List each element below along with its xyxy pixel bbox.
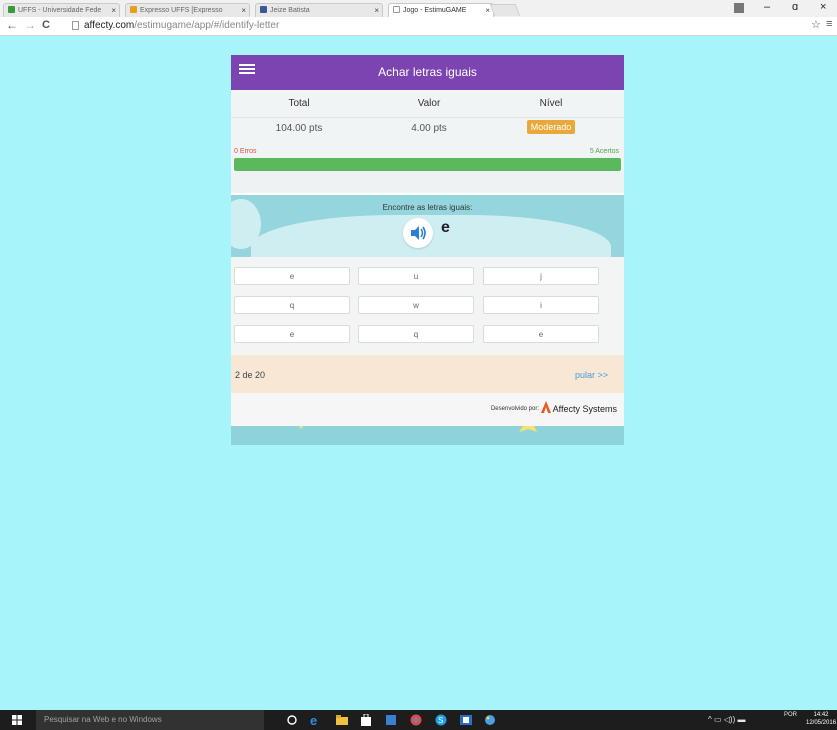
url-input[interactable]: affecty.com/estimugame/app/#/identify-le… — [84, 20, 279, 31]
uffs-favicon-icon — [8, 6, 15, 13]
expresso-favicon-icon — [130, 6, 137, 13]
score-header-total: Total — [288, 98, 310, 109]
score-level: Nível Moderado — [496, 98, 606, 134]
letter-grid: e u j q w i e q e — [231, 257, 624, 355]
taskbar-search-input[interactable]: Pesquisar na Web e no Windows — [36, 710, 264, 730]
tab-close-icon[interactable]: × — [111, 4, 116, 17]
outlook-icon[interactable] — [460, 714, 472, 726]
score-total-value: 104.00 pts — [275, 123, 323, 134]
app-header: Achar letras iguais — [231, 55, 624, 90]
tab-estimugame[interactable]: Jogo - EstimuGAME × — [388, 3, 494, 17]
question-footer: 2 de 20 pular >> — [231, 355, 624, 393]
tray-icons[interactable]: ^ ▭ ◁)) ▬ — [708, 715, 745, 724]
letter-button[interactable]: e — [483, 325, 599, 343]
chrome-menu-icon[interactable]: ≡ — [826, 18, 832, 30]
star-decoration-icon — [299, 425, 537, 432]
back-button[interactable]: ← — [6, 18, 18, 32]
tab-close-icon[interactable]: × — [485, 4, 490, 17]
svg-text:e: e — [310, 714, 317, 726]
app-title: Achar letras iguais — [378, 65, 477, 79]
tab-close-icon[interactable]: × — [241, 4, 246, 17]
chrome-icon[interactable] — [410, 714, 422, 726]
play-sound-button[interactable] — [403, 218, 433, 248]
letter-button[interactable]: e — [234, 325, 350, 343]
edge-browser-icon[interactable]: e — [309, 714, 321, 726]
skip-link[interactable]: pular >> — [575, 370, 608, 380]
facebook-favicon-icon — [260, 6, 267, 13]
letter-button[interactable]: q — [358, 325, 474, 343]
windows-taskbar: Pesquisar na Web e no Windows e S ^ ▭ ◁)… — [0, 710, 837, 730]
level-badge: Moderado — [526, 120, 576, 134]
system-clock[interactable]: 14:42 12/05/2016 — [806, 711, 836, 727]
developer-name: Affecty Systems — [552, 404, 617, 414]
bookmark-star-icon[interactable]: ☆ — [811, 18, 821, 31]
errors-count: 0 Erros — [234, 148, 257, 155]
tab-facebook[interactable]: Jeize Batista × — [255, 3, 383, 17]
tab-close-icon[interactable]: × — [374, 4, 379, 17]
letter-button[interactable]: u — [358, 267, 474, 285]
developed-by-label: Desenvolvido por: — [490, 406, 539, 412]
forward-button[interactable]: → — [24, 18, 36, 32]
question-counter: 2 de 20 — [235, 370, 266, 380]
address-bar: ← → C affecty.com/estimugame/app/#/ident… — [0, 17, 837, 36]
close-window-button[interactable]: × — [820, 1, 826, 13]
page-icon — [72, 21, 79, 30]
score-value-value: 4.00 pts — [411, 123, 447, 134]
prompt-text: Encontre as letras iguais: — [382, 203, 473, 212]
maximize-button[interactable]: ɑ — [792, 1, 798, 13]
affecty-logo-icon — [541, 401, 551, 413]
target-letter: e — [441, 219, 450, 236]
file-explorer-icon[interactable] — [336, 714, 348, 726]
page-favicon-icon — [393, 6, 400, 13]
browser-tab-bar: UFFS - Universidade Fede × Expresso UFFS… — [0, 0, 837, 17]
letter-button[interactable]: i — [483, 296, 599, 314]
background-hills — [231, 171, 624, 191]
reload-button[interactable]: C — [42, 19, 50, 31]
tab-expresso[interactable]: Expresso UFFS [Expresso × — [125, 3, 250, 17]
store-icon[interactable] — [360, 714, 372, 726]
skype-icon[interactable]: S — [435, 714, 447, 726]
progress-bar — [234, 158, 621, 171]
minimize-button[interactable]: – — [764, 1, 770, 13]
new-tab-button[interactable] — [489, 4, 521, 16]
game-card: Achar letras iguais Total 104.00 pts Val… — [231, 55, 624, 445]
svg-text:S: S — [438, 716, 443, 725]
user-profile-icon[interactable] — [734, 3, 744, 13]
score-header-level: Nível — [539, 98, 563, 109]
bottom-decoration — [231, 425, 624, 445]
windows-start-icon[interactable] — [12, 715, 22, 725]
language-indicator[interactable]: POR — [784, 711, 797, 719]
paint-icon[interactable] — [484, 714, 496, 726]
score-header-value: Valor — [417, 98, 441, 109]
speaker-icon — [411, 226, 426, 240]
letter-button[interactable]: e — [234, 267, 350, 285]
letter-button[interactable]: q — [234, 296, 350, 314]
score-total: Total 104.00 pts — [244, 98, 354, 134]
letter-button[interactable]: w — [358, 296, 474, 314]
letter-button[interactable]: j — [483, 267, 599, 285]
hits-count: 5 Acertos — [589, 148, 619, 155]
task-view-icon[interactable] — [286, 714, 298, 726]
credits-bar: Desenvolvido por: Affecty Systems — [231, 393, 624, 426]
tab-uffs[interactable]: UFFS - Universidade Fede × — [3, 3, 120, 17]
score-value: Valor 4.00 pts — [374, 98, 484, 134]
media-player-icon[interactable] — [385, 714, 397, 726]
